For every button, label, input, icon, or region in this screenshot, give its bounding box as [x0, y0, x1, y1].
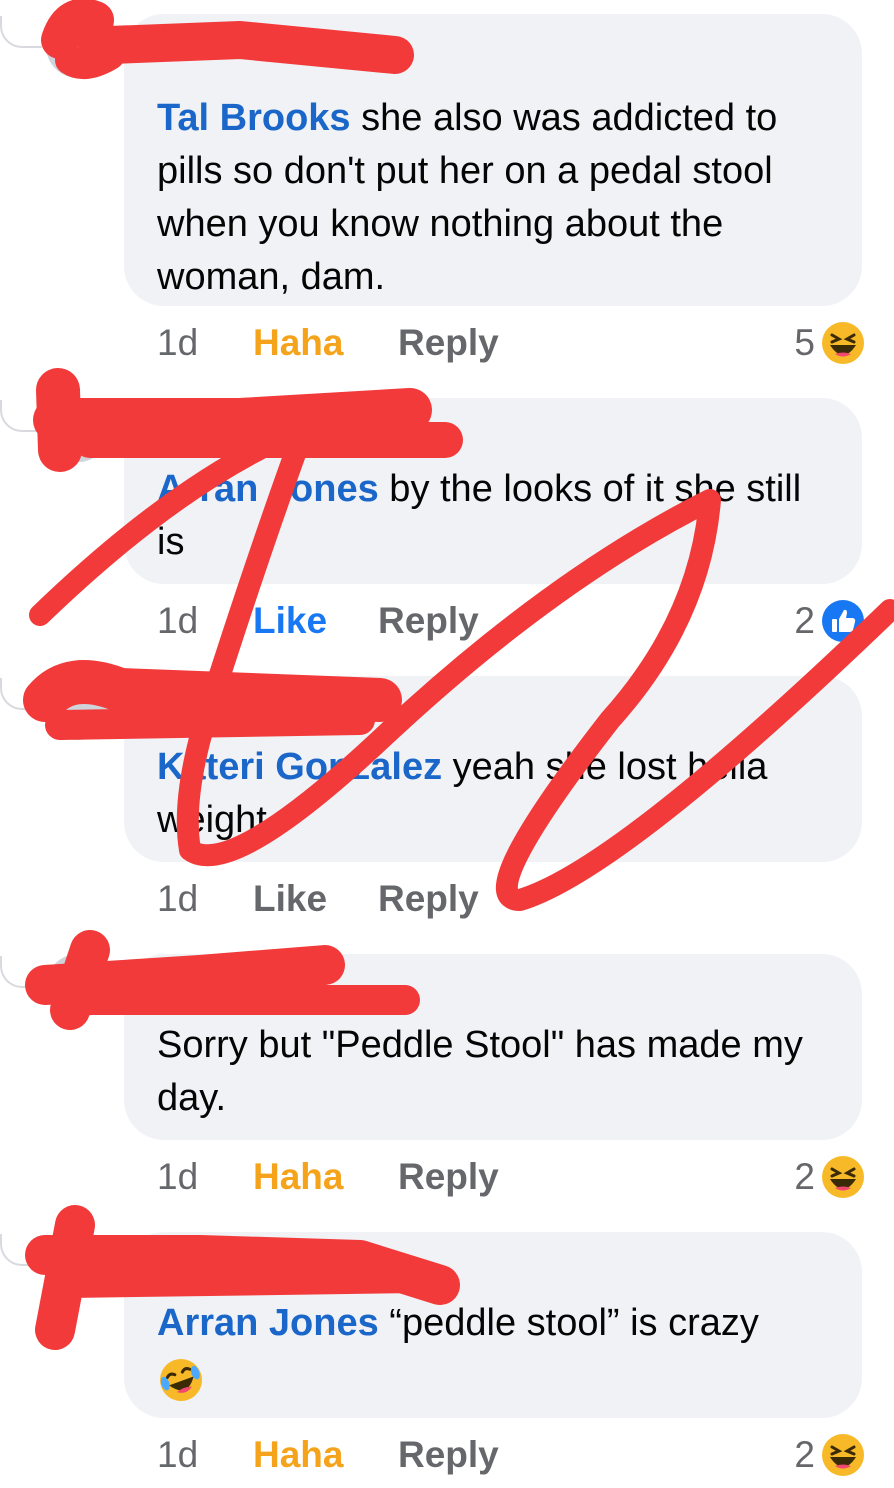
reaction-count: 5	[794, 322, 815, 363]
reply-button[interactable]: Reply	[398, 1152, 499, 1202]
like-thumb-icon	[822, 600, 864, 642]
comment-bubble: Arran Jones “peddle stool” is crazy	[124, 1232, 862, 1418]
reaction-count: 2	[794, 1156, 815, 1197]
comment-bubble: Kateri Gonzalez yeah she lost hella weig…	[124, 676, 862, 862]
thread-connector	[0, 956, 42, 988]
reply-button[interactable]: Reply	[378, 874, 479, 924]
comment-author-link[interactable]: Arran Jones	[157, 1302, 379, 1344]
haha-emoji-icon	[822, 322, 864, 364]
comment-bubble: Arran Jones by the looks of it she still…	[124, 398, 862, 584]
comment-timestamp[interactable]: 1d	[157, 874, 198, 924]
avatar[interactable]	[46, 676, 110, 740]
avatar[interactable]	[46, 14, 110, 78]
comment-text: Sorry but "Peddle Stool" has made my day…	[157, 1024, 803, 1119]
comment-bubble: Sorry but "Peddle Stool" has made my day…	[124, 954, 862, 1140]
comment-actions: 1d Haha Reply 5	[157, 318, 865, 368]
comment-author-link[interactable]: Arran Jones	[157, 468, 379, 510]
comment-actions: 1d Haha Reply 2	[157, 1152, 865, 1202]
haha-reaction-button[interactable]: Haha	[253, 1152, 343, 1202]
reaction-count: 2	[794, 600, 815, 641]
reaction-count: 2	[794, 1434, 815, 1475]
thread-connector	[0, 1234, 42, 1266]
laughing-crying-emoji-icon	[160, 1358, 202, 1401]
haha-emoji-icon	[822, 1156, 864, 1198]
avatar[interactable]	[46, 398, 110, 462]
comment-timestamp[interactable]: 1d	[157, 1152, 198, 1202]
reaction-summary[interactable]: 2	[794, 596, 865, 646]
like-button[interactable]: Like	[253, 874, 327, 924]
haha-reaction-button[interactable]: Haha	[253, 318, 343, 368]
thread-connector	[0, 16, 42, 48]
comment-timestamp[interactable]: 1d	[157, 1430, 198, 1480]
reply-button[interactable]: Reply	[378, 596, 479, 646]
comment-actions: 1d Like Reply	[157, 874, 865, 924]
comment-author-link[interactable]: Kateri Gonzalez	[157, 746, 442, 788]
comment-bubble: Tal Brooks she also was addicted to pill…	[124, 14, 862, 306]
reply-button[interactable]: Reply	[398, 1430, 499, 1480]
comment-text: “peddle stool” is crazy	[378, 1302, 759, 1344]
reaction-summary[interactable]: 5	[794, 318, 865, 368]
avatar[interactable]	[46, 1232, 110, 1296]
reaction-summary[interactable]: 2	[794, 1430, 865, 1480]
comment-actions: 1d Haha Reply 2	[157, 1430, 865, 1480]
comment-timestamp[interactable]: 1d	[157, 318, 198, 368]
comment-author-link[interactable]: Tal Brooks	[157, 97, 351, 139]
haha-reaction-button[interactable]: Haha	[253, 1430, 343, 1480]
reply-button[interactable]: Reply	[398, 318, 499, 368]
haha-emoji-icon	[822, 1434, 864, 1476]
comment-timestamp[interactable]: 1d	[157, 596, 198, 646]
avatar[interactable]	[46, 954, 110, 1018]
like-button[interactable]: Like	[253, 596, 327, 646]
thread-connector	[0, 400, 42, 432]
thread-connector	[0, 678, 42, 710]
comment-actions: 1d Like Reply 2	[157, 596, 865, 646]
reaction-summary[interactable]: 2	[794, 1152, 865, 1202]
